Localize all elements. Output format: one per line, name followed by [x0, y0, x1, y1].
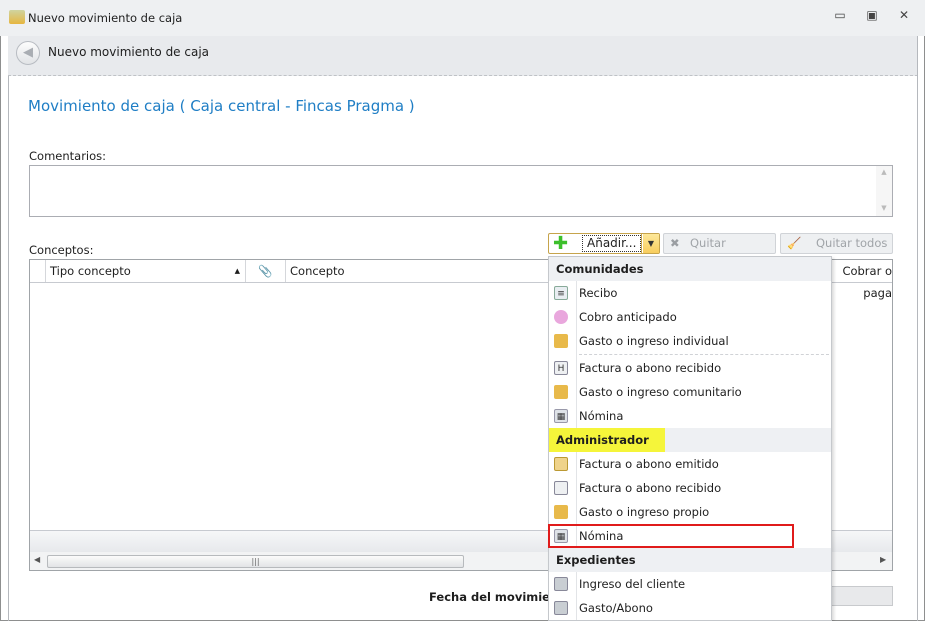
window-title: Nuevo movimiento de caja	[28, 11, 183, 25]
divider	[8, 76, 9, 621]
menu-item-gasto-comunitario[interactable]: Gasto o ingreso comunitario	[549, 380, 831, 404]
add-button[interactable]: ✚ Añadir...	[549, 234, 642, 253]
section-expedientes: Expedientes	[549, 548, 831, 572]
menu-item-label: Gasto o ingreso individual	[579, 334, 729, 348]
invoice-icon	[554, 481, 568, 495]
remove-all-label: Quitar todos	[816, 236, 888, 250]
menu-item-gasto-abono[interactable]: Gasto/Abono	[549, 596, 831, 620]
menu-item-nomina-comunidad[interactable]: ▦ Nómina	[549, 404, 831, 428]
close-button[interactable]: ✕	[894, 8, 914, 26]
cash-register-icon	[554, 385, 568, 399]
menu-item-factura-emitido[interactable]: Factura o abono emitido	[549, 452, 831, 476]
safe-icon	[554, 577, 568, 591]
title-bar: Nuevo movimiento de caja ▭ ▣ ✕	[0, 0, 925, 36]
invoice-icon	[554, 457, 568, 471]
column-label: Tipo concepto	[50, 264, 131, 278]
scroll-right-icon[interactable]: ▶	[880, 555, 886, 564]
menu-item-gasto-propio[interactable]: Gasto o ingreso propio	[549, 500, 831, 524]
safe-icon	[554, 601, 568, 615]
remove-concept-button[interactable]: ✖ Quitar concepto	[663, 233, 776, 269]
payroll-icon: ▦	[554, 409, 568, 423]
menu-item-factura-recibido[interactable]: H Factura o abono recibido	[549, 356, 831, 380]
menu-item-label: Gasto o ingreso propio	[579, 505, 710, 519]
add-split-button[interactable]: ✚ Añadir... ▼	[548, 233, 660, 254]
page-header: ◀ Nuevo movimiento de caja	[8, 36, 918, 76]
menu-item-factura-recibido-admin[interactable]: Factura o abono recibido	[549, 476, 831, 500]
remove-all-button[interactable]: 🧹 Quitar todos	[780, 233, 893, 254]
paperclip-icon: 📎	[258, 264, 273, 278]
menu-item-label: Gasto o ingreso comunitario	[579, 385, 742, 399]
add-dropdown-arrow[interactable]: ▼	[643, 234, 659, 253]
selected-item-highlight	[548, 524, 794, 548]
scroll-left-icon[interactable]: ◀	[34, 555, 40, 564]
comments-input[interactable]	[29, 165, 893, 217]
column-label: Concepto	[290, 264, 345, 278]
section-title: Administrador	[549, 428, 665, 452]
sort-asc-icon: ▲	[234, 267, 240, 275]
menu-item-label: Factura o abono recibido	[579, 481, 722, 495]
scroll-thumb[interactable]: |||	[47, 555, 464, 568]
add-label: Añadir...	[582, 235, 642, 252]
date-input[interactable]	[831, 586, 893, 606]
menu-item-label: Ingreso del cliente	[579, 577, 686, 591]
concepts-label: Conceptos:	[29, 243, 94, 257]
menu-item-recibo[interactable]: ≡ Recibo	[549, 281, 831, 305]
header-title: Nuevo movimiento de caja	[48, 45, 210, 59]
invoice-icon: H	[554, 361, 568, 375]
section-administrador: Administrador	[549, 428, 831, 452]
receipt-icon: ≡	[554, 286, 568, 300]
add-dropdown-menu: Comunidades ≡ Recibo Cobro anticipado Gas…	[548, 256, 832, 621]
menu-item-label: Gasto/Abono	[579, 601, 653, 615]
menu-item-label: Recibo	[579, 286, 618, 300]
broom-icon: 🧹	[787, 236, 802, 250]
menu-item-ingreso-cliente[interactable]: Ingreso del cliente	[549, 572, 831, 596]
menu-item-cobro-anticipado[interactable]: Cobro anticipado	[549, 305, 831, 329]
cash-register-icon	[554, 334, 568, 348]
x-icon: ✖	[670, 236, 680, 250]
column-label: Cobrar o paga	[842, 264, 892, 300]
cash-register-icon	[9, 10, 25, 24]
column-attachment[interactable]: 📎	[246, 260, 286, 282]
menu-item-label: Cobro anticipado	[579, 310, 677, 324]
row-indicator-header	[30, 260, 46, 282]
back-button[interactable]: ◀	[16, 41, 40, 65]
restore-button[interactable]: ▣	[862, 8, 882, 26]
divider	[917, 36, 918, 621]
plus-icon: ✚	[553, 233, 569, 254]
minimize-button[interactable]: ▭	[830, 8, 850, 26]
section-comunidades: Comunidades	[549, 257, 831, 281]
piggy-bank-icon	[554, 310, 568, 324]
arrow-left-icon: ◀	[23, 45, 33, 60]
column-concepto[interactable]: Concepto	[286, 260, 586, 282]
comments-label: Comentarios:	[29, 149, 107, 163]
menu-item-gasto-individual[interactable]: Gasto o ingreso individual	[549, 329, 831, 353]
column-tipo-concepto[interactable]: Tipo concepto ▲	[46, 260, 246, 282]
menu-item-label: Factura o abono emitido	[579, 457, 719, 471]
page-title: Movimiento de caja ( Caja central - Finc…	[28, 97, 415, 115]
menu-separator	[579, 354, 829, 355]
menu-item-label: Factura o abono recibido	[579, 361, 722, 375]
menu-item-label: Nómina	[579, 409, 624, 423]
cash-register-icon	[554, 505, 568, 519]
comments-scrollbar[interactable]: ▲ ▼	[876, 166, 892, 216]
